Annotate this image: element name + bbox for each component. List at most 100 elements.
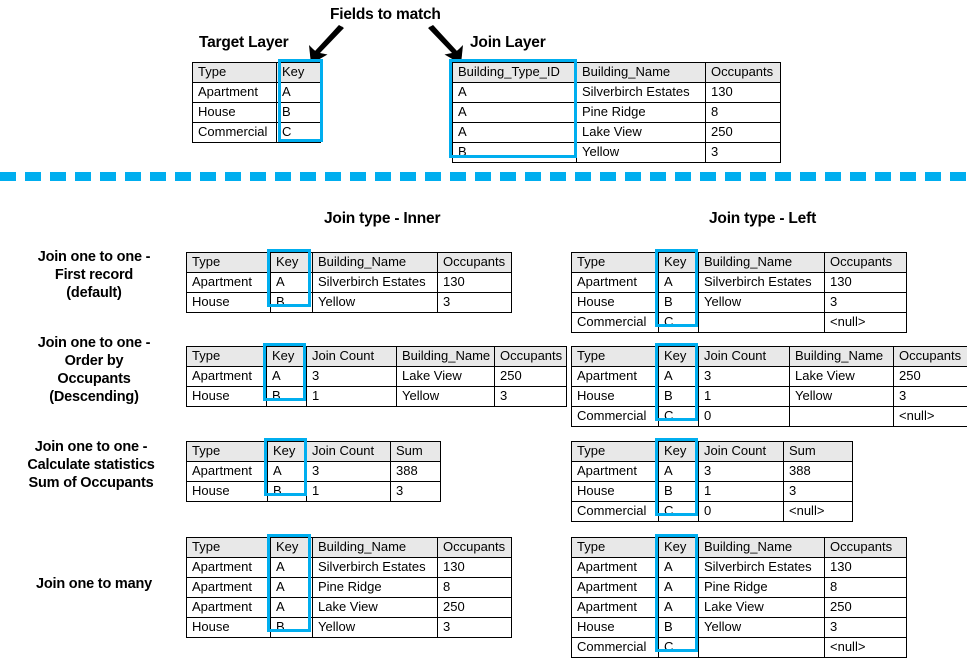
table-cell: Silverbirch Estates — [699, 558, 825, 578]
table-cell: B — [659, 387, 699, 407]
table-cell: 0 — [699, 502, 784, 522]
inner2-header-sum: Sum — [391, 442, 441, 462]
result-table-left-one-to-many: TypeKeyBuilding_NameOccupantsApartmentAS… — [571, 537, 907, 658]
table-cell: A — [659, 273, 699, 293]
table-header-row: TypeKeyBuilding_NameOccupants — [572, 253, 907, 273]
left1-header-key: Key — [659, 347, 699, 367]
table-cell: 3 — [438, 618, 512, 638]
table-cell: 130 — [438, 558, 512, 578]
table-cell: Silverbirch Estates — [577, 83, 706, 103]
result-table-inner-one-to-many: TypeKeyBuilding_NameOccupantsApartmentAS… — [186, 537, 512, 638]
table-header-row: Building_Type_IDBuilding_NameOccupants — [453, 63, 781, 83]
row-label-line: Sum of Occupants — [0, 474, 182, 492]
table-row: BYellow3 — [453, 143, 781, 163]
table-row: ApartmentAPine Ridge8 — [572, 578, 907, 598]
table-cell: Yellow — [790, 387, 894, 407]
table-row: CommercialC0<null> — [572, 502, 853, 522]
left0-header-occupants: Occupants — [825, 253, 907, 273]
table-cell: B — [277, 103, 321, 123]
table-cell: 1 — [307, 387, 397, 407]
inner3-header-key: Key — [271, 538, 313, 558]
row-label-line: (Descending) — [6, 388, 182, 406]
table-cell: Lake View — [397, 367, 495, 387]
row-label-calculate-statistics: Join one to one -Calculate statisticsSum… — [0, 438, 182, 492]
table-row: CommercialC<null> — [572, 638, 907, 658]
table-row: APine Ridge8 — [453, 103, 781, 123]
table-cell: B — [453, 143, 577, 163]
table-row: ApartmentALake View250 — [187, 598, 512, 618]
table-cell: A — [271, 558, 313, 578]
table-cell: Apartment — [193, 83, 277, 103]
inner3-header-occupants: Occupants — [438, 538, 512, 558]
table-row: CommercialC0<null> — [572, 407, 967, 427]
inner3-header-building-name: Building_Name — [313, 538, 438, 558]
table-cell: Silverbirch Estates — [313, 558, 438, 578]
table-header-row: TypeKeyJoin CountSum — [187, 442, 441, 462]
table-cell: Pine Ridge — [577, 103, 706, 123]
table-cell: Lake View — [790, 367, 894, 387]
table-cell: Commercial — [572, 313, 659, 333]
inner0-header-type: Type — [187, 253, 271, 273]
table-cell: Lake View — [577, 123, 706, 143]
down-right-arrow-icon — [428, 25, 463, 64]
target-header-key: Key — [277, 63, 321, 83]
table-row: ApartmentASilverbirch Estates130 — [187, 558, 512, 578]
table-cell: 130 — [706, 83, 781, 103]
table-cell: House — [187, 482, 268, 502]
row-label-join-one-to-many: Join one to many — [6, 575, 182, 593]
left2-header-join-count: Join Count — [699, 442, 784, 462]
table-cell: Commercial — [193, 123, 277, 143]
left2-header-type: Type — [572, 442, 659, 462]
join-type-left-title: Join type - Left — [709, 210, 816, 228]
left3-header-type: Type — [572, 538, 659, 558]
table-cell: B — [271, 618, 313, 638]
row-label-line: (default) — [6, 284, 182, 302]
row-label-first-record: Join one to one -First record(default) — [6, 248, 182, 302]
left3-header-key: Key — [659, 538, 699, 558]
table-cell: House — [572, 482, 659, 502]
table-row: HouseBYellow3 — [572, 618, 907, 638]
target-layer-table: TypeKey ApartmentAHouseBCommercialC — [192, 62, 321, 143]
table-cell: 3 — [495, 387, 567, 407]
table-cell: 1 — [699, 482, 784, 502]
table-cell: Yellow — [397, 387, 495, 407]
table-cell — [790, 407, 894, 427]
table-cell: C — [659, 313, 699, 333]
table-cell: C — [659, 502, 699, 522]
table-cell: A — [267, 367, 307, 387]
result-table-left-first-record: TypeKeyBuilding_NameOccupantsApartmentAS… — [571, 252, 907, 333]
table-row: ApartmentA3388 — [187, 462, 441, 482]
table-cell — [699, 313, 825, 333]
table-cell: Apartment — [187, 578, 271, 598]
table-cell: Apartment — [572, 462, 659, 482]
table-cell: C — [659, 407, 699, 427]
inner2-header-join-count: Join Count — [307, 442, 391, 462]
table-cell: 250 — [438, 598, 512, 618]
join-header-building-name: Building_Name — [577, 63, 706, 83]
diagram-canvas: Fields to match Target Layer Join Layer … — [0, 0, 967, 652]
table-cell: Apartment — [187, 273, 271, 293]
table-cell: Apartment — [572, 558, 659, 578]
table-cell: 388 — [391, 462, 441, 482]
table-cell: <null> — [894, 407, 967, 427]
inner0-header-key: Key — [271, 253, 313, 273]
left2-header-key: Key — [659, 442, 699, 462]
left1-header-building-name: Building_Name — [790, 347, 894, 367]
table-cell: B — [268, 482, 307, 502]
table-cell: 3 — [784, 482, 853, 502]
table-row: ApartmentASilverbirch Estates130 — [187, 273, 512, 293]
inner2-header-type: Type — [187, 442, 268, 462]
table-cell: A — [659, 578, 699, 598]
left1-header-type: Type — [572, 347, 659, 367]
table-cell: 3 — [438, 293, 512, 313]
table-cell: <null> — [825, 313, 907, 333]
table-cell: A — [659, 462, 699, 482]
table-row: ApartmentALake View250 — [572, 598, 907, 618]
table-cell: B — [659, 293, 699, 313]
table-cell: 0 — [699, 407, 790, 427]
left1-header-occupants: Occupants — [894, 347, 967, 367]
table-cell: A — [271, 273, 313, 293]
table-row: HouseB13 — [187, 482, 441, 502]
table-cell: <null> — [825, 638, 907, 658]
table-cell: 1 — [699, 387, 790, 407]
